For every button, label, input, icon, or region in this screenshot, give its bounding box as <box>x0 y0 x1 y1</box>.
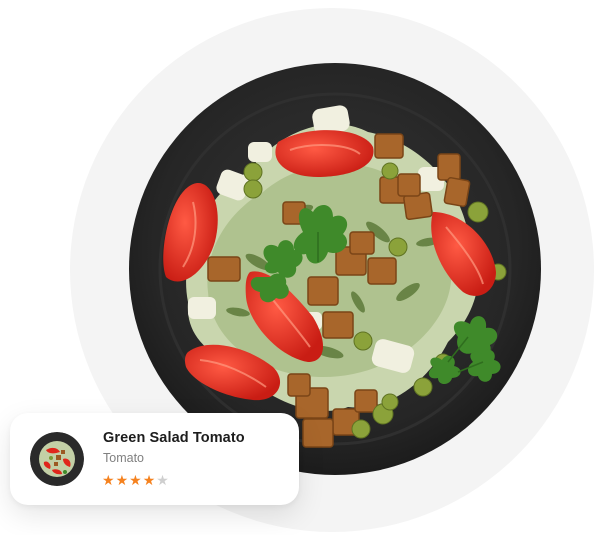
recipe-subtitle: Tomato <box>103 451 144 465</box>
recipe-title: Green Salad Tomato <box>103 430 245 446</box>
recipe-card[interactable]: Green Salad Tomato Tomato ★★★★★ <box>10 413 299 505</box>
rating-stars: ★★★★★ <box>102 472 170 489</box>
star-icon: ★ <box>115 473 129 489</box>
star-icon: ★ <box>102 473 115 489</box>
star-icon: ★ <box>156 473 169 489</box>
recipe-thumbnail <box>30 432 84 486</box>
star-icon: ★ <box>129 473 142 489</box>
star-icon: ★ <box>142 473 156 489</box>
